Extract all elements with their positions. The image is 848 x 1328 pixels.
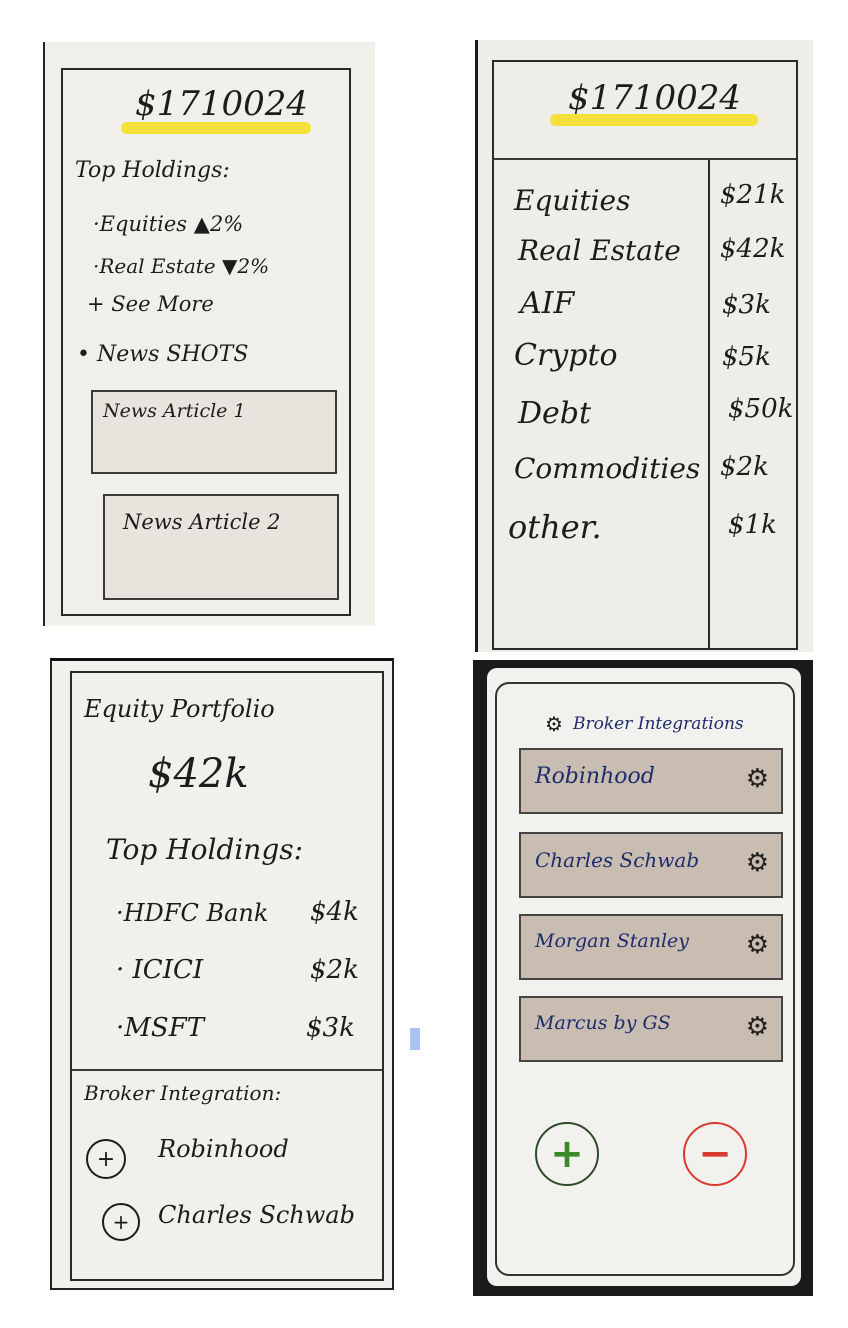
morgan-stanley-settings-gear-icon[interactable]: ⚙: [746, 930, 769, 960]
holding-real-estate[interactable]: ·Real Estate ▼2%: [93, 254, 269, 278]
asset-name-commodities[interactable]: Commodities: [514, 452, 700, 485]
overview-frame: $1710024 Top Holdings: ·Equities ▲2% ·Re…: [61, 68, 351, 616]
section-divider: [72, 1069, 382, 1071]
holding-name-msft[interactable]: ·MSFT: [116, 1013, 204, 1043]
asset-value-crypto: $5k: [722, 342, 771, 372]
asset-value-equities: $21k: [720, 180, 786, 210]
news-article-title-1: News Article 1: [103, 400, 246, 422]
asset-name-debt[interactable]: Debt: [518, 396, 591, 431]
broker-row-charles-schwab[interactable]: Charles Schwab ⚙: [519, 832, 783, 898]
gear-icon: ⚙: [545, 712, 563, 736]
robinhood-settings-gear-icon[interactable]: ⚙: [746, 764, 769, 794]
broker-integrations-screen: ⚙ Broker Integrations Robinhood ⚙ Charle…: [473, 660, 813, 1296]
broker-row-morgan-stanley[interactable]: Morgan Stanley ⚙: [519, 914, 783, 980]
broker-name-robinhood: Robinhood: [535, 764, 655, 789]
broker-integration-label: Broker Integration:: [84, 1081, 282, 1105]
add-broker-button[interactable]: +: [535, 1122, 599, 1186]
asset-value-debt: $50k: [728, 394, 794, 424]
equity-total: $42k: [148, 751, 249, 797]
broker-row-marcus-by-gs[interactable]: Marcus by GS ⚙: [519, 996, 783, 1062]
holding-value-hdfc: $4k: [310, 897, 359, 927]
asset-name-crypto[interactable]: Crypto: [514, 338, 618, 373]
marcus-settings-gear-icon[interactable]: ⚙: [746, 1012, 769, 1042]
top-holdings-label: Top Holdings:: [75, 158, 230, 183]
broker-charles-schwab[interactable]: Charles Schwab: [158, 1201, 355, 1229]
equity-title: Equity Portfolio: [84, 695, 275, 723]
holding-name-icici[interactable]: · ICICI: [116, 955, 203, 985]
asset-value-other: $1k: [728, 510, 777, 540]
asset-name-equities[interactable]: Equities: [514, 184, 631, 217]
scan-mark: [410, 1028, 420, 1050]
add-charles-schwab-icon[interactable]: +: [102, 1203, 140, 1241]
asset-value-commodities: $2k: [720, 452, 769, 482]
broker-row-robinhood[interactable]: Robinhood ⚙: [519, 748, 783, 814]
portfolio-total: $1710024: [568, 78, 742, 118]
equity-frame: Equity Portfolio $42k Top Holdings: ·HDF…: [70, 671, 384, 1281]
news-article-card-2[interactable]: News Article 2: [103, 494, 339, 600]
charles-schwab-settings-gear-icon[interactable]: ⚙: [746, 848, 769, 878]
holding-equities[interactable]: ·Equities ▲2%: [93, 212, 243, 236]
remove-broker-button[interactable]: −: [683, 1122, 747, 1186]
header-divider: [494, 158, 796, 160]
broker-name-charles-schwab: Charles Schwab: [535, 848, 700, 872]
overview-screen: $1710024 Top Holdings: ·Equities ▲2% ·Re…: [43, 42, 375, 626]
broker-name-marcus-by-gs: Marcus by GS: [535, 1012, 671, 1034]
integrations-title: Broker Integrations: [573, 714, 744, 734]
news-article-title-2: News Article 2: [123, 510, 281, 534]
broker-name-morgan-stanley: Morgan Stanley: [535, 930, 690, 952]
asset-value-real-estate: $42k: [720, 234, 786, 264]
asset-name-other[interactable]: other.: [508, 508, 602, 546]
holding-name-hdfc[interactable]: ·HDFC Bank: [116, 899, 268, 927]
asset-value-aif: $3k: [722, 290, 771, 320]
news-shots-label: • News SHOTS: [77, 342, 249, 367]
holding-value-icici: $2k: [310, 955, 359, 985]
integrations-paper: ⚙ Broker Integrations Robinhood ⚙ Charle…: [487, 668, 801, 1286]
see-more-link[interactable]: + See More: [87, 292, 214, 316]
broker-robinhood[interactable]: Robinhood: [158, 1135, 289, 1163]
portfolio-total: $1710024: [135, 84, 309, 124]
asset-name-real-estate[interactable]: Real Estate: [518, 234, 681, 267]
asset-name-aif[interactable]: AIF: [520, 286, 574, 321]
add-robinhood-icon[interactable]: +: [86, 1139, 126, 1179]
news-article-card-1[interactable]: News Article 1: [91, 390, 337, 474]
allocation-screen: $1710024 Equities $21k Real Estate $42k …: [475, 40, 813, 652]
column-divider: [708, 160, 710, 648]
equity-portfolio-screen: Equity Portfolio $42k Top Holdings: ·HDF…: [50, 658, 394, 1290]
allocation-frame: $1710024 Equities $21k Real Estate $42k …: [492, 60, 798, 650]
integrations-frame: ⚙ Broker Integrations Robinhood ⚙ Charle…: [495, 682, 795, 1276]
holding-value-msft: $3k: [306, 1013, 355, 1043]
top-holdings-label: Top Holdings:: [106, 833, 304, 866]
